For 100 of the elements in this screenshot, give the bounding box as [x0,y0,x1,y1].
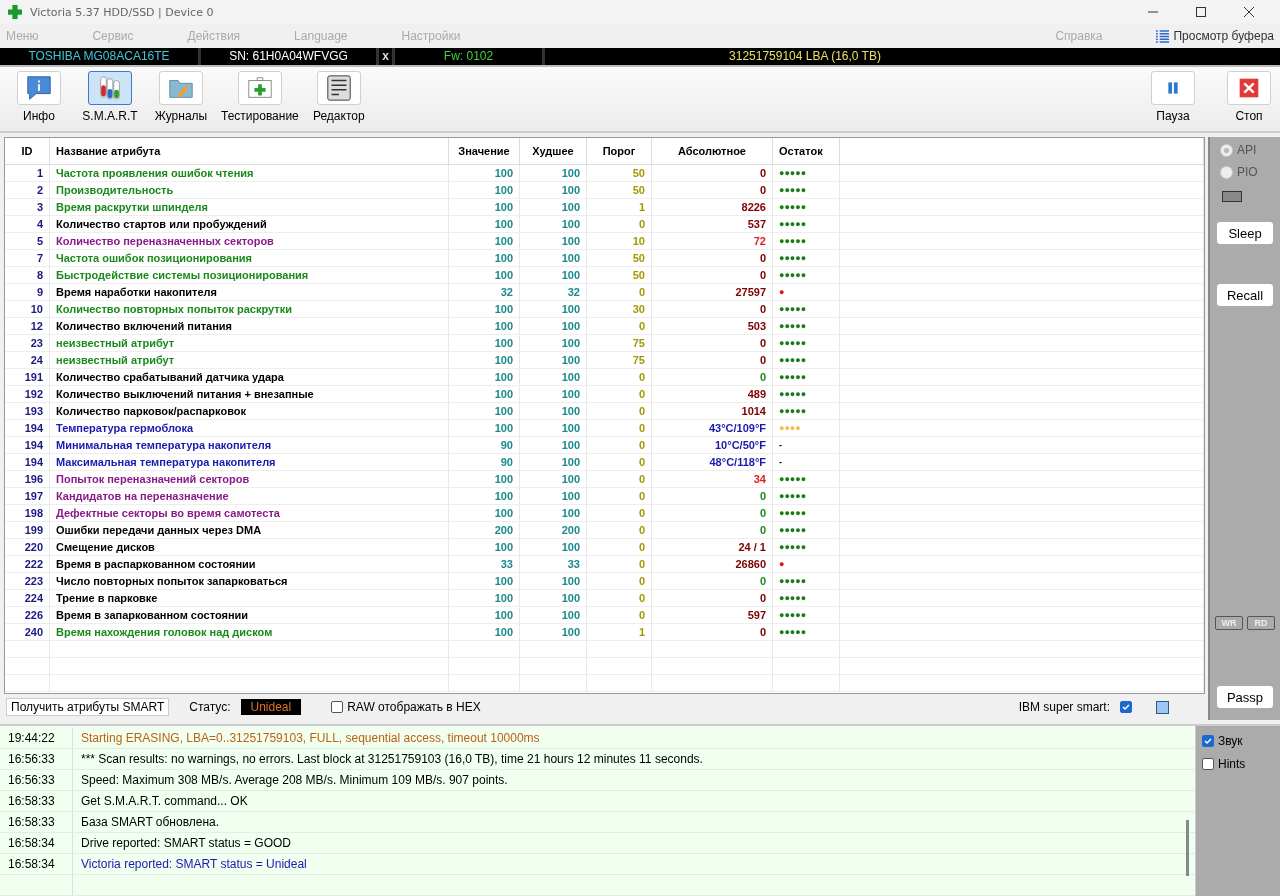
table-cell: 223 [5,572,50,590]
toolbar-tab[interactable]: S.M.A.R.T [79,71,141,123]
buffer-view-link[interactable]: Просмотр буфера [1156,29,1274,43]
column-header[interactable]: Порог [586,138,652,165]
toolbar-tab[interactable]: Журналы [150,71,212,123]
table-cell: Количество выключений питания + внезапные [49,385,449,403]
log-message: Starting ERASING, LBA=0..31251759103, FULL, sequential access, timeout 10000ms [80,731,540,745]
side-button[interactable]: Recall [1217,284,1273,306]
column-header[interactable]: Абсолютное [651,138,773,165]
column-header[interactable]: ID [5,138,50,165]
table-cell: Максимальная температура накопителя [49,453,449,471]
table-cell: 100 [448,504,520,522]
maximize-icon[interactable] [1196,7,1206,17]
table-cell: 100 [448,164,520,182]
table-cell: Количество срабатываний датчика удара [49,368,449,386]
table-cell: 100 [519,300,587,318]
activity-indicator: RD [1247,616,1275,630]
table-cell: 48°C/118°F [651,453,773,471]
color-swatch[interactable] [1156,700,1169,714]
health-dots: ●●●●● [772,249,840,267]
table-cell: неизвестный атрибут [49,334,449,352]
table-cell: 100 [519,351,587,369]
table-cell: 194 [5,453,50,471]
toolbar-tab[interactable]: Редактор [307,71,370,123]
table-cell: 193 [5,402,50,420]
health-dots: ●●●●● [772,623,840,641]
passp-button[interactable]: Passp [1217,686,1273,708]
health-dots: ●●●●● [772,368,840,386]
table-cell: Трение в парковке [49,589,449,607]
table-cell: 100 [519,606,587,624]
table-cell: 240 [5,623,50,641]
scrollbar-thumb[interactable] [1186,820,1189,876]
radio-label: PIO [1237,165,1258,179]
checkbox[interactable] [1202,735,1214,747]
table-cell: 226 [5,606,50,624]
table-cell: 200 [519,521,587,539]
table-cell: 100 [519,232,587,250]
table-cell: 0 [651,521,773,539]
health-dots: ●●●●● [772,470,840,488]
log-message: Get S.M.A.R.T. command... OK [80,794,248,808]
toolbar-tab[interactable]: Инфо [8,71,70,123]
table-cell: 100 [519,538,587,556]
table-cell: 5 [5,232,50,250]
table-cell: Температура гермоблока [49,419,449,437]
log-message: База SMART обновлена. [80,815,220,829]
log-time: 16:58:34 [0,833,73,853]
health-dots: ●●●●● [772,487,840,505]
table-cell: 100 [519,317,587,335]
table-cell: 100 [519,249,587,267]
table-cell: 0 [586,538,652,556]
log-time: 16:56:33 [0,749,73,769]
table-cell: 0 [586,487,652,505]
log-message: Speed: Maximum 308 MB/s. Average 208 MB/s. Minimum 109 MB/s. 907 points. [80,773,508,787]
table-cell: 100 [519,385,587,403]
radio-button[interactable] [1220,143,1233,157]
table-cell: Количество парковок/распарковок [49,402,449,420]
health-dots: ●●●●● [772,215,840,233]
table-cell: 220 [5,538,50,556]
table-cell: 196 [5,470,50,488]
checkbox[interactable] [1120,701,1132,714]
table-cell: 100 [448,181,520,199]
table-cell: 100 [519,572,587,590]
table-cell: Частота ошибок позиционирования [49,249,449,267]
health-dots: ●●●●● [772,334,840,352]
table-cell: 100 [448,215,520,233]
side-button[interactable]: Sleep [1217,222,1273,244]
table-cell: 100 [448,249,520,267]
table-cell: 0 [586,589,652,607]
checkbox[interactable] [331,701,344,714]
table-cell: 1 [586,623,652,641]
indicator-light [1222,191,1242,202]
table-cell: 33 [519,555,587,573]
column-header[interactable]: Значение [448,138,520,165]
table-cell: 10 [586,232,652,250]
column-header[interactable]: Худшее [519,138,587,165]
get-smart-button[interactable]: Получить атрибуты SMART [6,698,170,717]
table-cell: 0 [586,385,652,403]
column-header[interactable]: Название атрибута [49,138,449,165]
table-cell: 100 [448,266,520,284]
table-cell: 43°C/109°F [651,419,773,437]
log-message: Drive reported: SMART status = GOOD [80,836,291,850]
close-icon[interactable] [1244,7,1254,17]
table-cell: 100 [519,402,587,420]
table-cell: 30 [586,300,652,318]
health-dots: - [772,453,840,471]
table-cell: 7 [5,249,50,267]
table-cell: 0 [651,266,773,284]
table-cell: 100 [519,436,587,454]
radio-label: API [1237,143,1257,157]
column-header[interactable]: Остаток [772,138,840,165]
radio-button[interactable] [1220,165,1233,179]
health-dots: ●●●●● [772,198,840,216]
table-cell: Количество включений питания [49,317,449,335]
table-cell: Производительность [49,181,449,199]
health-dots: ●●●●● [772,181,840,199]
health-dots: ●●●●● [772,606,840,624]
health-dots: ●●●●● [772,572,840,590]
checkbox[interactable] [1202,758,1214,770]
toolbar-tab[interactable]: Тестирование [221,71,299,123]
table-cell: 537 [651,215,773,233]
